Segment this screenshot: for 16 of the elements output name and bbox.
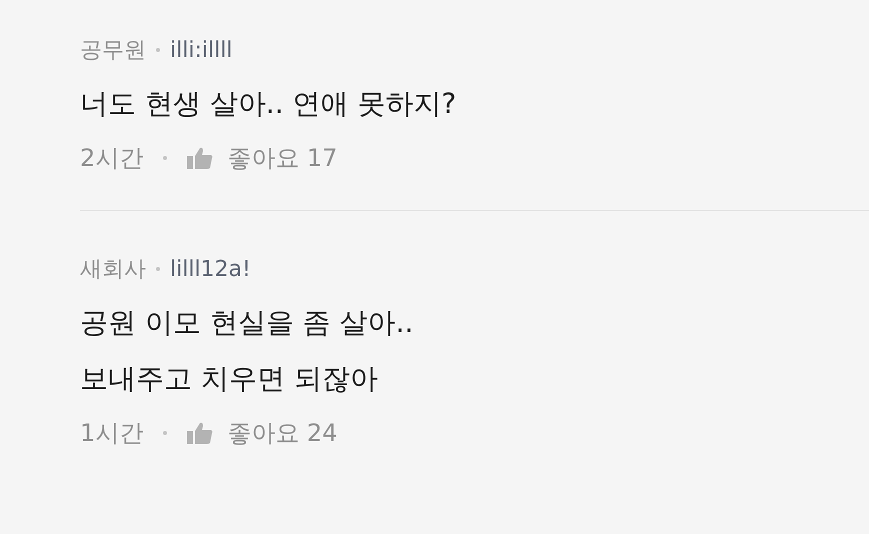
user-id: illi:illll xyxy=(170,38,232,62)
thumbs-up-icon[interactable] xyxy=(187,147,214,169)
separator-dot xyxy=(156,48,160,52)
separator-dot xyxy=(163,431,168,435)
like-count[interactable]: 좋아요 17 xyxy=(227,142,338,174)
comment-author: 공무원 xyxy=(80,37,146,65)
like-count[interactable]: 좋아요 24 xyxy=(227,417,338,449)
comment-time: 1시간 xyxy=(80,418,144,449)
thumbs-up-icon[interactable] xyxy=(187,422,214,444)
comment-text: 너도 현생 살아.. 연애 못하지? xyxy=(80,86,458,122)
comment-author: 새회사 xyxy=(80,256,146,284)
separator-dot xyxy=(163,156,168,160)
comment-text: 공원 이모 현실을 좀 살아.. 보내주고 치우면 되잖아 xyxy=(80,305,414,397)
comment-time: 2시간 xyxy=(80,143,144,174)
user-id: lilll12a! xyxy=(170,256,251,282)
separator-dot xyxy=(156,267,160,271)
